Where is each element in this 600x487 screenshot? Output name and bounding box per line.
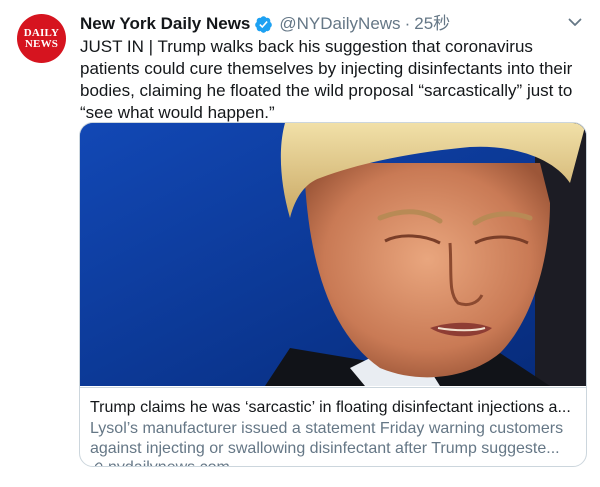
card-description: Lysol’s manufacturer issued a statement … [90, 420, 564, 457]
avatar-logo: DAILY NEWS [23, 26, 60, 50]
tweet-text: JUST IN | Trump walks back his suggestio… [80, 37, 573, 122]
tweet-header: New York Daily News @NYDailyNews · 25秒 [80, 13, 584, 35]
handle[interactable]: @NYDailyNews [279, 13, 400, 35]
display-name[interactable]: New York Daily News [80, 13, 250, 35]
card-photo [80, 123, 586, 386]
verified-badge-icon [255, 15, 273, 33]
tweet[interactable]: DAILY NEWS New York Daily News @NYDailyN… [0, 0, 600, 487]
avatar[interactable]: DAILY NEWS [17, 14, 66, 63]
card-title: Trump claims he was ‘sarcastic’ in float… [90, 399, 571, 416]
link-icon [95, 461, 103, 466]
separator-dot: · [404, 14, 411, 33]
card-domain: nydailynews.com [90, 458, 578, 466]
link-card[interactable]: Trump claims he was ‘sarcastic’ in float… [79, 122, 587, 467]
timestamp[interactable]: 25秒 [414, 13, 450, 35]
card-body: Trump claims he was ‘sarcastic’ in float… [80, 387, 586, 466]
avatar-logo-line1: DAILY [23, 26, 60, 39]
chevron-down-icon[interactable] [566, 13, 584, 31]
avatar-logo-line2: NEWS [24, 37, 59, 50]
card-domain-text: nydailynews.com [108, 458, 230, 466]
card-photo-illustration [80, 123, 586, 386]
